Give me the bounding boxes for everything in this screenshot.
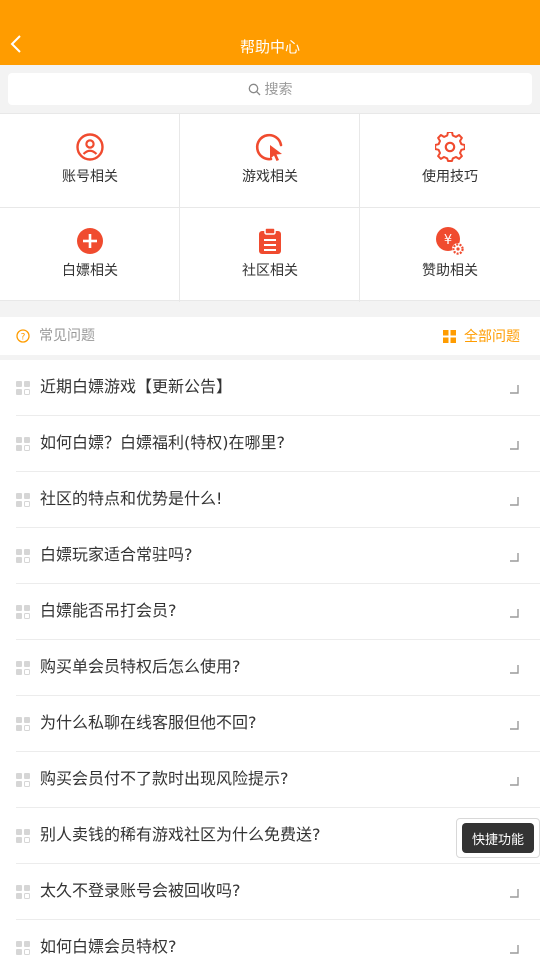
grid-icon <box>443 329 456 343</box>
category-community[interactable]: 社区相关 <box>180 208 360 302</box>
gear-icon <box>435 132 465 162</box>
category-label: 赞助相关 <box>422 263 478 279</box>
list-item-icon <box>16 381 30 395</box>
list-item-icon <box>16 437 30 451</box>
faq-item-title: 白嫖玩家适合常驻吗? <box>40 545 193 564</box>
category-freebie[interactable]: 白嫖相关 <box>0 208 180 302</box>
category-label: 使用技巧 <box>422 169 478 185</box>
list-item-icon <box>16 773 30 787</box>
list-item-icon <box>16 549 30 563</box>
corner-arrow-icon <box>510 889 519 898</box>
faq-item[interactable]: 白嫖能否吊打会员? <box>0 584 540 640</box>
svg-text:?: ? <box>21 332 26 342</box>
clipboard-icon <box>259 227 281 254</box>
all-questions-label: 全部问题 <box>464 329 520 345</box>
quick-function-button[interactable]: 快捷功能 <box>456 818 540 858</box>
list-item-icon <box>16 605 30 619</box>
plus-circle-icon <box>77 228 103 254</box>
list-item-icon <box>16 661 30 675</box>
list-item-icon <box>16 941 30 955</box>
faq-item-title: 购买单会员特权后怎么使用? <box>40 657 241 676</box>
faq-item[interactable]: 白嫖玩家适合常驻吗? <box>0 528 540 584</box>
faq-item[interactable]: 如何白嫖会员特权? <box>0 920 540 960</box>
faq-item-title: 购买会员付不了款时出现风险提示? <box>40 769 289 788</box>
faq-item[interactable]: 购买单会员特权后怎么使用? <box>0 640 540 696</box>
category-grid: 账号相关 游戏相关 使用技巧 白嫖相关 社区相关 ¥ 赞助相关 <box>0 113 540 302</box>
faq-item-title: 如何白嫖？白嫖福利(特权)在哪里? <box>40 433 285 452</box>
svg-text:¥: ¥ <box>444 233 452 248</box>
search-bar: 搜索 <box>0 65 540 113</box>
search-icon <box>248 83 260 95</box>
search-input[interactable]: 搜索 <box>8 73 532 105</box>
faq-item[interactable]: 如何白嫖？白嫖福利(特权)在哪里? <box>0 416 540 472</box>
corner-arrow-icon <box>510 721 519 730</box>
corner-arrow-icon <box>510 945 519 954</box>
corner-arrow-icon <box>510 497 519 506</box>
list-item-icon <box>16 717 30 731</box>
faq-item-title: 别人卖钱的稀有游戏社区为什么免费送? <box>40 825 321 844</box>
faq-item-title: 社区的特点和优势是什么! <box>40 489 223 508</box>
faq-item-title: 为什么私聊在线客服但他不回? <box>40 713 257 732</box>
faq-item-title: 如何白嫖会员特权? <box>40 937 177 956</box>
category-game[interactable]: 游戏相关 <box>180 114 360 208</box>
faq-section-title: 常见问题 <box>39 328 95 344</box>
yen-gear-icon: ¥ <box>436 227 464 255</box>
faq-item[interactable]: 近期白嫖游戏【更新公告】 <box>0 360 540 416</box>
category-label: 白嫖相关 <box>62 263 118 279</box>
category-sponsor[interactable]: ¥ 赞助相关 <box>360 208 540 302</box>
faq-header: ? 常见问题 全部问题 <box>0 317 540 355</box>
corner-arrow-icon <box>510 777 519 786</box>
page-title: 帮助中心 <box>239 38 300 56</box>
list-item-icon <box>16 885 30 899</box>
cursor-click-icon <box>255 133 283 161</box>
faq-item[interactable]: 社区的特点和优势是什么! <box>0 472 540 528</box>
corner-arrow-icon <box>510 665 519 674</box>
faq-item-title: 太久不登录账号会被回收吗? <box>40 881 241 900</box>
quick-function-label: 快捷功能 <box>462 823 534 853</box>
user-circle-icon <box>76 133 104 161</box>
category-account[interactable]: 账号相关 <box>0 114 180 208</box>
category-label: 账号相关 <box>62 169 118 185</box>
faq-item[interactable]: 为什么私聊在线客服但他不回? <box>0 696 540 752</box>
category-label: 社区相关 <box>242 263 298 279</box>
list-item-icon <box>16 829 30 843</box>
corner-arrow-icon <box>510 609 519 618</box>
app-header: 帮助中心 <box>0 0 540 65</box>
category-tips[interactable]: 使用技巧 <box>360 114 540 208</box>
corner-arrow-icon <box>510 385 519 394</box>
corner-arrow-icon <box>510 441 519 450</box>
faq-item-title: 白嫖能否吊打会员? <box>40 601 177 620</box>
faq-item[interactable]: 购买会员付不了款时出现风险提示? <box>0 752 540 808</box>
faq-item[interactable]: 太久不登录账号会被回收吗? <box>0 864 540 920</box>
question-circle-icon: ? <box>16 329 30 343</box>
category-label: 游戏相关 <box>242 169 298 185</box>
search-placeholder: 搜索 <box>264 82 293 98</box>
faq-item-title: 近期白嫖游戏【更新公告】 <box>40 377 233 396</box>
faq-list: 近期白嫖游戏【更新公告】如何白嫖？白嫖福利(特权)在哪里? 社区的特点和优势是什么… <box>0 360 540 960</box>
help-center-screen: 帮助中心 搜索 账号相关 游戏相关 使用技巧 白嫖相关 社区相关 ¥ 赞助相关 … <box>0 0 540 960</box>
all-questions-button[interactable]: 全部问题 <box>443 325 520 347</box>
list-item-icon <box>16 493 30 507</box>
corner-arrow-icon <box>510 553 519 562</box>
